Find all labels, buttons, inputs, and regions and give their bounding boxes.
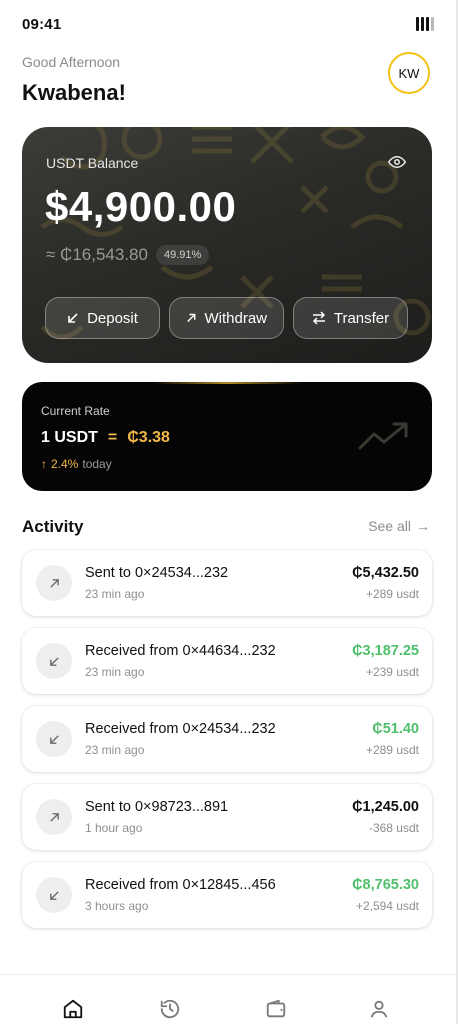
trend-up-icon	[358, 422, 408, 450]
history-icon[interactable]	[158, 997, 182, 1021]
status-bar: 09:41	[22, 14, 434, 34]
transaction-title: Sent to 0×98723...891	[85, 799, 229, 815]
wallet-icon[interactable]	[264, 997, 288, 1021]
arrow-down-left-icon	[68, 313, 78, 323]
transaction-title: Received from 0×24534...232	[85, 721, 276, 737]
rate-change-suffix: today	[82, 457, 112, 471]
transaction-title: Received from 0×12845...456	[85, 877, 276, 893]
transaction-amount: ₵8,765.30	[352, 877, 419, 893]
percent-badge: 49.91%	[155, 245, 210, 265]
transaction-row[interactable]: Received from 0×44634...232 23 min ago ₵3,…	[22, 628, 432, 694]
withdraw-button[interactable]: Withdraw	[169, 297, 284, 339]
user-name: Kwabena!	[22, 80, 126, 105]
rate-cedi-value: ₵3.38	[127, 429, 170, 446]
arrow-up-right-icon	[187, 313, 196, 322]
transaction-amount: ₵51.40	[372, 721, 419, 737]
transaction-amount: ₵5,432.50	[352, 565, 419, 581]
transaction-usdt: +2,594 usdt	[355, 899, 419, 913]
transaction-title: Sent to 0×24534...232	[85, 565, 229, 581]
transfer-button[interactable]: Transfer	[293, 297, 408, 339]
local-amount: ≈ ₵16,543.80	[46, 245, 148, 264]
transaction-row[interactable]: Received from 0×12845...456 3 hours ago ₵8…	[22, 862, 432, 928]
arrow-down-left-icon	[36, 643, 72, 679]
transaction-amount: ₵3,187.25	[352, 643, 419, 659]
transaction-time: 23 min ago	[85, 587, 145, 601]
transaction-usdt: +289 usdt	[365, 587, 419, 601]
transaction-time: 23 min ago	[85, 743, 145, 757]
transaction-title: Received from 0×44634...232	[85, 643, 276, 659]
arrow-down-left-icon	[36, 721, 72, 757]
transaction-amount: ₵1,245.00	[352, 799, 419, 815]
swap-arrows-icon	[312, 311, 325, 325]
transaction-time: 3 hours ago	[85, 899, 149, 913]
transaction-usdt: -368 usdt	[368, 821, 419, 835]
arrow-right-icon: →	[416, 518, 430, 534]
rate-label: Current Rate	[41, 404, 110, 418]
transaction-row[interactable]: Sent to 0×98723...891 1 hour ago ₵1,245.00…	[22, 784, 432, 850]
rate-change-value: 2.4%	[51, 457, 79, 471]
deposit-button[interactable]: Deposit	[45, 297, 160, 339]
rate-base: 1 USDT	[41, 429, 98, 446]
withdraw-label: Withdraw	[204, 309, 267, 327]
see-all-link[interactable]: See all →	[368, 518, 430, 534]
rate-value: 1 USDT = ₵3.38	[41, 429, 170, 447]
transaction-row[interactable]: Sent to 0×24534...232 23 min ago ₵5,432.50…	[22, 550, 432, 616]
arrow-up-icon: ↑	[41, 457, 47, 471]
profile-icon[interactable]	[367, 997, 391, 1021]
arrow-up-right-icon	[36, 565, 72, 601]
transaction-time: 23 min ago	[85, 665, 145, 679]
avatar[interactable]: KW	[388, 52, 430, 94]
transaction-usdt: +289 usdt	[365, 743, 419, 757]
see-all-label: See all	[368, 518, 411, 534]
rate-change: ↑ 2.4% today	[41, 457, 112, 471]
transaction-row[interactable]: Received from 0×24534...232 23 min ago ₵51…	[22, 706, 432, 772]
signal-icon	[416, 17, 434, 31]
rate-card: Current Rate 1 USDT = ₵3.38 ↑ 2.4% today	[22, 382, 432, 491]
arrow-up-right-icon	[36, 799, 72, 835]
deposit-label: Deposit	[87, 309, 138, 327]
transaction-time: 1 hour ago	[85, 821, 143, 835]
arrow-down-left-icon	[36, 877, 72, 913]
transaction-usdt: +239 usdt	[365, 665, 419, 679]
transfer-label: Transfer	[333, 309, 390, 327]
rate-equals: =	[107, 429, 118, 446]
eye-icon[interactable]	[388, 153, 406, 171]
balance-card: USDT Balance $4,900.00 ≈ ₵16,543.80 49.9…	[22, 127, 432, 363]
status-time: 09:41	[22, 15, 62, 33]
balance-actions: Deposit Withdraw Transfer	[45, 297, 408, 339]
app-screen: 09:41 Good Afternoon Kwabena! KW USDT Ba…	[0, 0, 458, 1024]
balance-amount: $4,900.00	[45, 183, 237, 230]
home-icon[interactable]	[61, 997, 85, 1021]
greeting-text: Good Afternoon	[22, 54, 121, 70]
local-balance: ≈ ₵16,543.80 49.91%	[46, 245, 210, 265]
balance-label: USDT Balance	[46, 155, 139, 171]
bottom-nav	[0, 974, 456, 1024]
activity-title: Activity	[22, 517, 84, 536]
